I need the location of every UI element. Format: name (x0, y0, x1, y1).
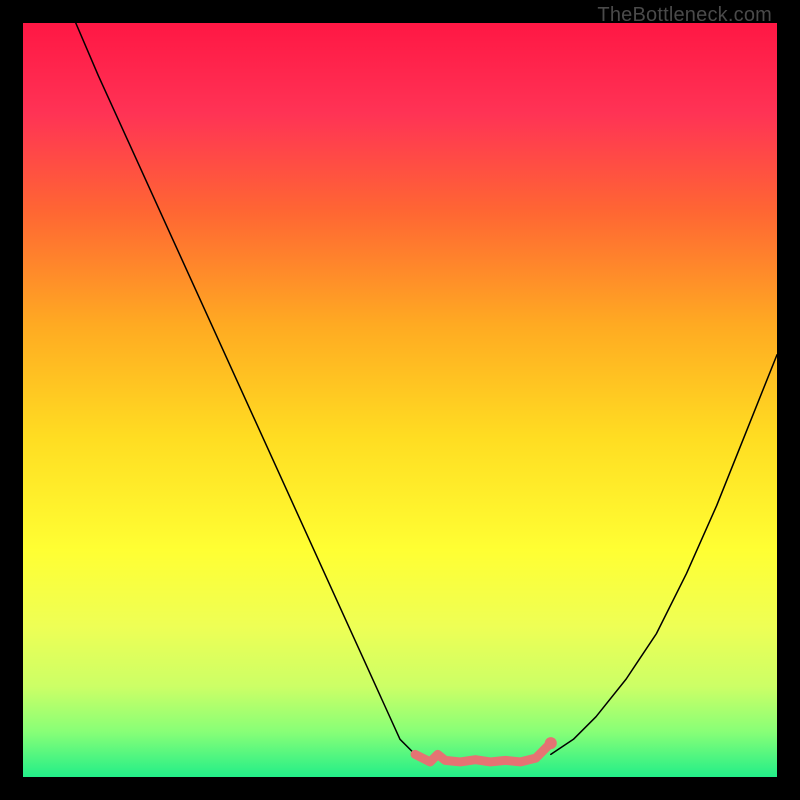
chart-container: TheBottleneck.com (0, 0, 800, 800)
gradient-background (23, 23, 777, 777)
chart-svg (23, 23, 777, 777)
plot-area (23, 23, 777, 777)
points-group (545, 737, 557, 749)
watermark-text: TheBottleneck.com (597, 4, 772, 27)
point-right-dot (545, 737, 557, 749)
